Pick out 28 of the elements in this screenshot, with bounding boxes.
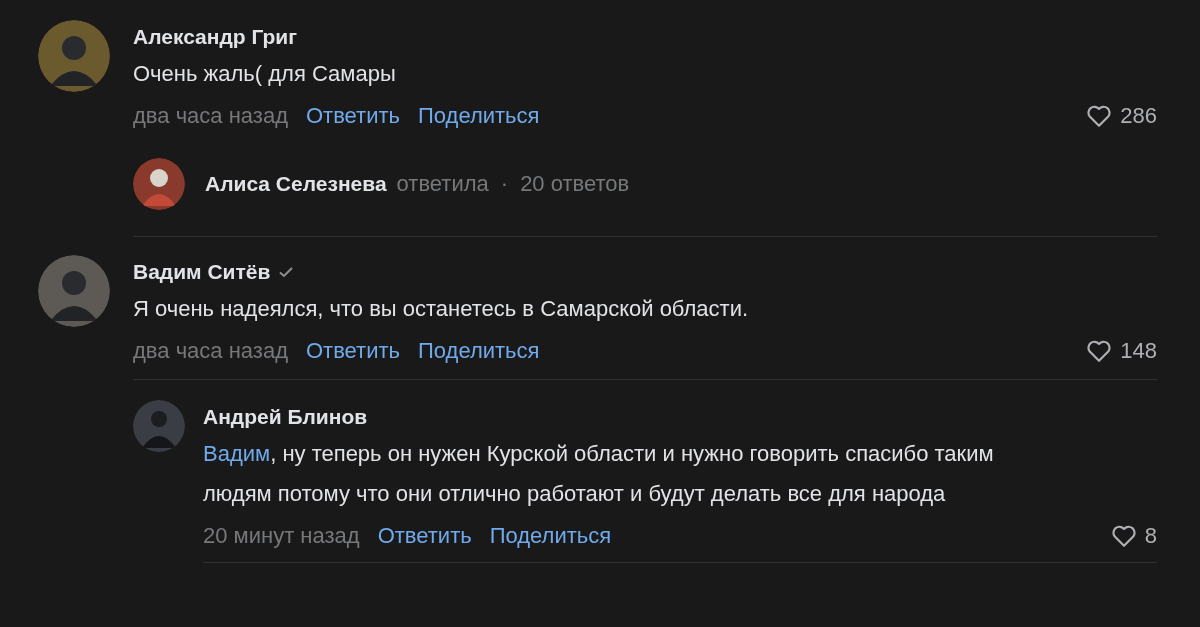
comment-time: два часа назад: [133, 103, 288, 129]
heart-icon: [1110, 524, 1137, 548]
heart-icon: [1086, 104, 1113, 128]
author-name[interactable]: Александр Григ: [133, 25, 298, 49]
replies-count-link[interactable]: 20 ответов: [520, 171, 630, 197]
like-button[interactable]: 148: [1086, 338, 1157, 364]
share-link[interactable]: Поделиться: [418, 103, 540, 129]
author-name[interactable]: Алиса Селезнева: [205, 172, 387, 196]
replied-label: ответила: [396, 171, 489, 197]
share-link[interactable]: Поделиться: [418, 338, 540, 364]
comment-text: Очень жаль( для Самары: [133, 60, 397, 88]
verified-check-icon: [278, 264, 295, 280]
reply-text: Вадим, ну теперь он нужен Курской области и нужно говорить спасибо таким людям потому что они отлично работают и будут делать все для народа: [203, 440, 995, 508]
avatar[interactable]: [133, 158, 185, 210]
author-name[interactable]: Вадим Ситёв: [133, 260, 271, 284]
reply-link[interactable]: Ответить: [305, 338, 400, 364]
like-button[interactable]: 8: [1110, 523, 1157, 549]
share-link[interactable]: Поделиться: [489, 523, 612, 549]
reply-link[interactable]: Ответить: [377, 523, 472, 549]
like-button[interactable]: 286: [1086, 103, 1157, 129]
separator: ·: [499, 171, 510, 197]
comment-time: 20 минут назад: [203, 523, 360, 549]
reply-link[interactable]: Ответить: [305, 103, 400, 129]
comment-time: два часа назад: [133, 338, 288, 364]
mention-link[interactable]: Вадим: [203, 441, 271, 466]
comment-text: Я очень надеялся, что вы останетесь в Самарской области.: [133, 295, 750, 323]
author-name[interactable]: Андрей Блинов: [203, 405, 368, 429]
heart-icon: [1086, 339, 1113, 363]
